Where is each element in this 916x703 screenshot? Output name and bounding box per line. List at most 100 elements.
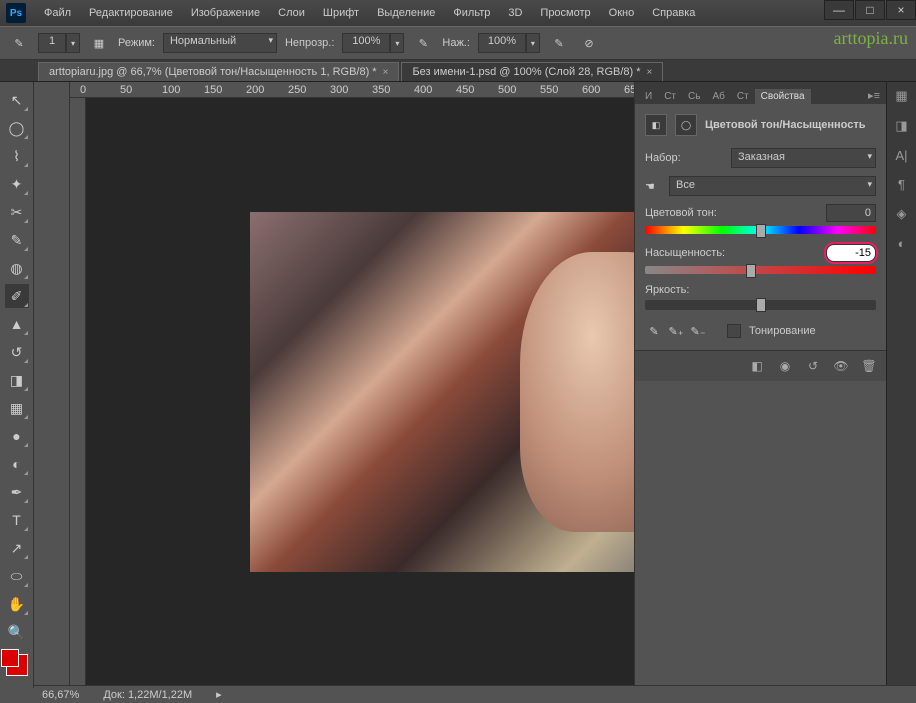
pressure-size-icon[interactable]: ⊘ <box>578 32 600 54</box>
character-panel-icon[interactable]: A| <box>895 148 907 163</box>
paragraph-panel-icon[interactable]: ¶ <box>898 177 905 192</box>
brush-size-field[interactable]: 1 <box>38 33 66 53</box>
pen-tool[interactable]: ✒ <box>5 480 29 504</box>
menu-type[interactable]: Шрифт <box>315 3 367 23</box>
properties-panel: И Ст Сь Аб Ст Свойства ▸≡ ◧ ◯ Цветовой т… <box>634 82 886 688</box>
adjustment-icon: ◧ <box>645 114 667 136</box>
menu-3d[interactable]: 3D <box>500 3 530 23</box>
eyedropper-minus-icon[interactable]: ✎₋ <box>689 322 707 340</box>
lightness-slider[interactable] <box>645 300 876 310</box>
hue-input[interactable] <box>826 204 876 222</box>
zoom-level[interactable]: 66,67% <box>42 689 79 701</box>
visibility-icon[interactable]: 👁 <box>832 357 850 375</box>
brush-tool[interactable]: ✐ <box>5 284 29 308</box>
menu-view[interactable]: Просмотр <box>532 3 598 23</box>
color-panel-icon[interactable]: ◨ <box>895 118 907 134</box>
eyedropper-icon[interactable]: ✎ <box>645 322 663 340</box>
status-bar: 66,67% Док: 1,22M/1,22M ▸ <box>34 685 916 703</box>
history-brush-tool[interactable]: ↺ <box>5 340 29 364</box>
doc-tab-inactive[interactable]: Без имени-1.psd @ 100% (Слой 28, RGB/8) … <box>401 62 663 81</box>
menu-edit[interactable]: Редактирование <box>81 3 181 23</box>
menu-layers[interactable]: Слои <box>270 3 313 23</box>
eyedropper-tool[interactable]: ✎ <box>5 228 29 252</box>
minimize-button[interactable]: — <box>824 0 854 20</box>
brush-panel-icon[interactable]: ▦ <box>88 32 110 54</box>
flow-field[interactable]: 100% <box>478 33 526 53</box>
close-button[interactable]: × <box>886 0 916 20</box>
adjustments-panel-icon[interactable]: ◐ <box>898 236 906 251</box>
tab-close-icon[interactable]: × <box>647 67 653 78</box>
saturation-slider[interactable] <box>645 266 876 274</box>
opacity-field[interactable]: 100% <box>342 33 390 53</box>
panel-tab[interactable]: Аб <box>706 89 730 104</box>
eraser-tool[interactable]: ◨ <box>5 368 29 392</box>
move-tool[interactable]: ↖ <box>5 88 29 112</box>
doc-tab-active[interactable]: arttopiaru.jpg @ 66,7% (Цветовой тон/Нас… <box>38 62 399 81</box>
tool-preset-icon[interactable]: ✎ <box>8 32 30 54</box>
toolbox: ↖ ◯ ⌇ ✦ ✂ ✎ ◍ ✐ ▲ ↺ ◨ ▦ ● ◐ ✒ T ↗ ⬭ ✋ 🔍 <box>0 82 34 688</box>
wand-tool[interactable]: ✦ <box>5 172 29 196</box>
shape-tool[interactable]: ⬭ <box>5 564 29 588</box>
menu-filter[interactable]: Фильтр <box>445 3 498 23</box>
hand-icon[interactable]: ☚ <box>645 180 663 193</box>
colorize-label: Тонирование <box>749 325 816 337</box>
doc-info[interactable]: Док: 1,22M/1,22M <box>103 689 192 701</box>
panel-tab[interactable]: И <box>639 89 658 104</box>
mode-select[interactable]: Нормальный <box>163 33 277 53</box>
crop-tool[interactable]: ✂ <box>5 200 29 224</box>
clip-icon[interactable]: ◧ <box>748 357 766 375</box>
panel-menu-icon[interactable]: ▸≡ <box>862 87 886 104</box>
blur-tool[interactable]: ● <box>5 424 29 448</box>
lasso-tool[interactable]: ⌇ <box>5 144 29 168</box>
titlebar: Ps Файл Редактирование Изображение Слои … <box>0 0 916 26</box>
channel-select[interactable]: Все <box>669 176 876 196</box>
dodge-tool[interactable]: ◐ <box>5 452 29 476</box>
reset-icon[interactable]: ↺ <box>804 357 822 375</box>
zoom-tool[interactable]: 🔍 <box>5 620 29 644</box>
menu-select[interactable]: Выделение <box>369 3 443 23</box>
tab-close-icon[interactable]: × <box>383 67 389 78</box>
app-logo: Ps <box>6 3 26 23</box>
hue-slider[interactable] <box>645 226 876 234</box>
history-panel-icon[interactable]: ▦ <box>895 88 907 104</box>
properties-title: Цветовой тон/Насыщенность <box>705 119 866 131</box>
view-previous-icon[interactable]: ◉ <box>776 357 794 375</box>
panel-tab[interactable]: Ст <box>731 89 755 104</box>
marquee-tool[interactable]: ◯ <box>5 116 29 140</box>
flow-label: Наж.: <box>442 37 470 49</box>
hand-tool[interactable]: ✋ <box>5 592 29 616</box>
opacity-arrow[interactable]: ▾ <box>390 33 404 53</box>
menu-image[interactable]: Изображение <box>183 3 268 23</box>
menu-file[interactable]: Файл <box>36 3 79 23</box>
gradient-tool[interactable]: ▦ <box>5 396 29 420</box>
pressure-opacity-icon[interactable]: ✎ <box>412 32 434 54</box>
tab-title: Без имени-1.psd @ 100% (Слой 28, RGB/8) … <box>412 66 640 78</box>
mask-icon[interactable]: ◯ <box>675 114 697 136</box>
color-swatch[interactable] <box>6 654 28 676</box>
watermark: arttopia.ru <box>834 28 908 49</box>
airbrush-icon[interactable]: ✎ <box>548 32 570 54</box>
flow-arrow[interactable]: ▾ <box>526 33 540 53</box>
saturation-label: Насыщенность: <box>645 247 725 259</box>
eyedropper-plus-icon[interactable]: ✎₊ <box>667 322 685 340</box>
panel-tab-properties[interactable]: Свойства <box>755 89 811 104</box>
panel-footer: ◧ ◉ ↺ 👁 🗑 <box>635 350 886 381</box>
layers-panel-icon[interactable]: ◈ <box>897 206 907 222</box>
type-tool[interactable]: T <box>5 508 29 532</box>
panel-tab[interactable]: Ст <box>658 89 682 104</box>
panel-tab[interactable]: Сь <box>682 89 706 104</box>
colorize-checkbox[interactable] <box>727 324 741 338</box>
menu-window[interactable]: Окно <box>601 3 643 23</box>
saturation-input[interactable] <box>826 244 876 262</box>
path-tool[interactable]: ↗ <box>5 536 29 560</box>
trash-icon[interactable]: 🗑 <box>860 357 878 375</box>
maximize-button[interactable]: □ <box>855 0 885 20</box>
preset-select[interactable]: Заказная <box>731 148 876 168</box>
heal-tool[interactable]: ◍ <box>5 256 29 280</box>
status-arrow-icon[interactable]: ▸ <box>216 688 222 701</box>
menu-help[interactable]: Справка <box>644 3 703 23</box>
canvas[interactable]: 050 100150 200250 300350 400450 500550 6… <box>70 82 634 688</box>
stamp-tool[interactable]: ▲ <box>5 312 29 336</box>
brush-picker-arrow[interactable]: ▾ <box>66 33 80 53</box>
tab-title: arttopiaru.jpg @ 66,7% (Цветовой тон/Нас… <box>49 66 377 78</box>
